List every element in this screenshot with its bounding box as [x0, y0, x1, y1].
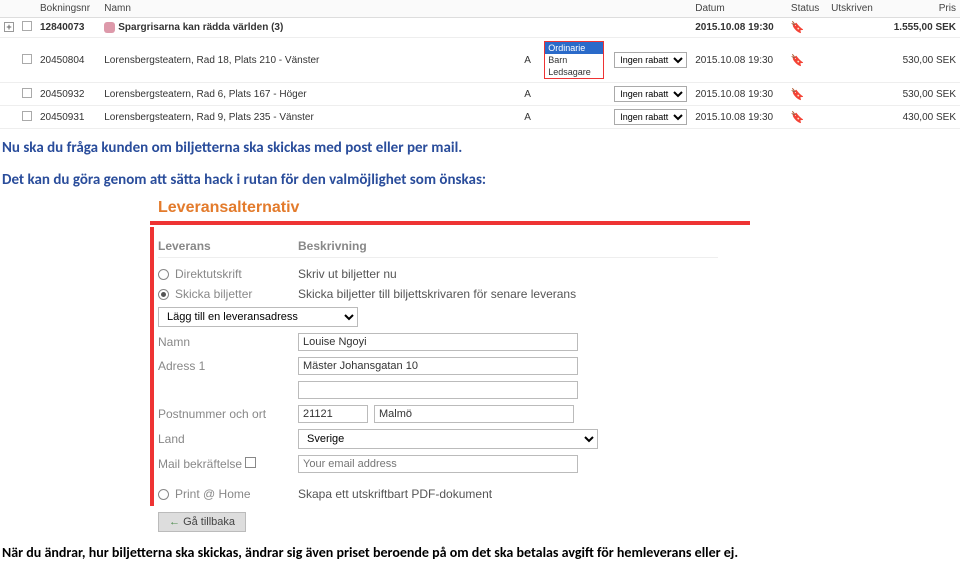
- add-address-select[interactable]: Lägg till en leveransadress: [158, 307, 358, 327]
- table-row[interactable]: +12840073Spargrisarna kan rädda världen …: [0, 18, 960, 38]
- ordinarie-dropdown-open[interactable]: OrdinarieBarnLedsagare: [544, 41, 604, 79]
- expand-icon[interactable]: +: [4, 22, 14, 32]
- row-checkbox[interactable]: [22, 111, 32, 121]
- cell-pris: 530,00 SEK: [882, 83, 960, 106]
- postal-label: Postnummer och ort: [158, 407, 298, 421]
- rabatt-select[interactable]: Ingen rabatt: [614, 109, 687, 125]
- cell-bnr: 12840073: [36, 18, 100, 38]
- desc-skicka: Skicka biljetter till biljettskrivaren f…: [298, 287, 718, 301]
- instruction-2: Det kan du göra genom att sätta hack i r…: [0, 161, 960, 193]
- col-status: Status: [787, 0, 827, 18]
- country-label: Land: [158, 432, 298, 446]
- col-datum: Datum: [691, 0, 787, 18]
- cell-datum: 2015.10.08 19:30: [691, 18, 787, 38]
- cell-datum: 2015.10.08 19:30: [691, 38, 787, 83]
- table-row[interactable]: 20450932Lorensbergsteatern, Rad 6, Plats…: [0, 83, 960, 106]
- mail-label: Mail bekräftelse: [158, 457, 242, 471]
- col-namn: Namn: [100, 0, 520, 18]
- footer-instruction: När du ändrar, hur biljetterna ska skick…: [0, 532, 960, 567]
- rabatt-select[interactable]: Ingen rabatt: [614, 86, 687, 102]
- highlight-bar-vertical: [150, 227, 154, 506]
- cell-namn: Spargrisarna kan rädda världen (3): [100, 18, 520, 38]
- cell-a: A: [520, 83, 540, 106]
- instruction-1: Nu ska du fråga kunden om biljetterna sk…: [0, 129, 960, 161]
- mail-checkbox[interactable]: [245, 457, 256, 468]
- email-input[interactable]: [298, 455, 578, 473]
- cell-a: A: [520, 106, 540, 129]
- country-select[interactable]: Sverige: [298, 429, 598, 449]
- rabatt-select[interactable]: Ingen rabatt: [614, 52, 687, 68]
- cell-pris: 1.555,00 SEK: [882, 18, 960, 38]
- name-label: Namn: [158, 335, 298, 349]
- radio-direktutskrift-label: Direktutskrift: [175, 267, 242, 281]
- cell-bnr: 20450931: [36, 106, 100, 129]
- row-checkbox[interactable]: [22, 54, 32, 64]
- radio-skicka[interactable]: [158, 289, 169, 300]
- cell-namn: Lorensbergsteatern, Rad 18, Plats 210 - …: [100, 38, 520, 83]
- print-home-label: Print @ Home: [175, 487, 251, 501]
- cell-datum: 2015.10.08 19:30: [691, 106, 787, 129]
- table-row[interactable]: 20450804Lorensbergsteatern, Rad 18, Plat…: [0, 38, 960, 83]
- cell-datum: 2015.10.08 19:30: [691, 83, 787, 106]
- cell-namn: Lorensbergsteatern, Rad 9, Plats 235 - V…: [100, 106, 520, 129]
- radio-direktutskrift[interactable]: [158, 269, 169, 280]
- row-checkbox[interactable]: [22, 21, 32, 31]
- bookings-table: Bokningsnr Namn Datum Status Utskriven P…: [0, 0, 960, 129]
- back-button[interactable]: Gå tillbaka: [158, 512, 246, 532]
- cell-bnr: 20450804: [36, 38, 100, 83]
- row-checkbox[interactable]: [22, 88, 32, 98]
- col-utskriven: Utskriven: [827, 0, 882, 18]
- address2-input[interactable]: [298, 381, 578, 399]
- tag-icon: 🔖: [791, 112, 805, 124]
- cell-a: A: [520, 38, 540, 83]
- cell-namn: Lorensbergsteatern, Rad 6, Plats 167 - H…: [100, 83, 520, 106]
- col-pris: Pris: [882, 0, 960, 18]
- radio-print-home[interactable]: [158, 489, 169, 500]
- tag-icon: 🔖: [791, 22, 805, 34]
- radio-skicka-label: Skicka biljetter: [175, 287, 252, 301]
- cell-pris: 430,00 SEK: [882, 106, 960, 129]
- address-label: Adress 1: [158, 359, 298, 373]
- address-input[interactable]: [298, 357, 578, 375]
- cell-a: [520, 18, 540, 38]
- cell-bnr: 20450932: [36, 83, 100, 106]
- tag-icon: 🔖: [791, 55, 805, 67]
- city-input[interactable]: [374, 405, 574, 423]
- postal-input[interactable]: [298, 405, 368, 423]
- highlight-bar-horizontal: [150, 221, 750, 225]
- pig-icon: [104, 22, 115, 33]
- desc-direktutskrift: Skriv ut biljetter nu: [298, 267, 718, 281]
- col-leverans: Leverans: [158, 239, 298, 253]
- print-home-desc: Skapa ett utskriftbart PDF-dokument: [298, 487, 718, 501]
- tag-icon: 🔖: [791, 89, 805, 101]
- name-input[interactable]: [298, 333, 578, 351]
- col-beskrivning: Beskrivning: [298, 239, 367, 253]
- table-row[interactable]: 20450931Lorensbergsteatern, Rad 9, Plats…: [0, 106, 960, 129]
- cell-pris: 530,00 SEK: [882, 38, 960, 83]
- delivery-title: Leveransalternativ: [158, 199, 960, 217]
- col-bokningsnr: Bokningsnr: [36, 0, 100, 18]
